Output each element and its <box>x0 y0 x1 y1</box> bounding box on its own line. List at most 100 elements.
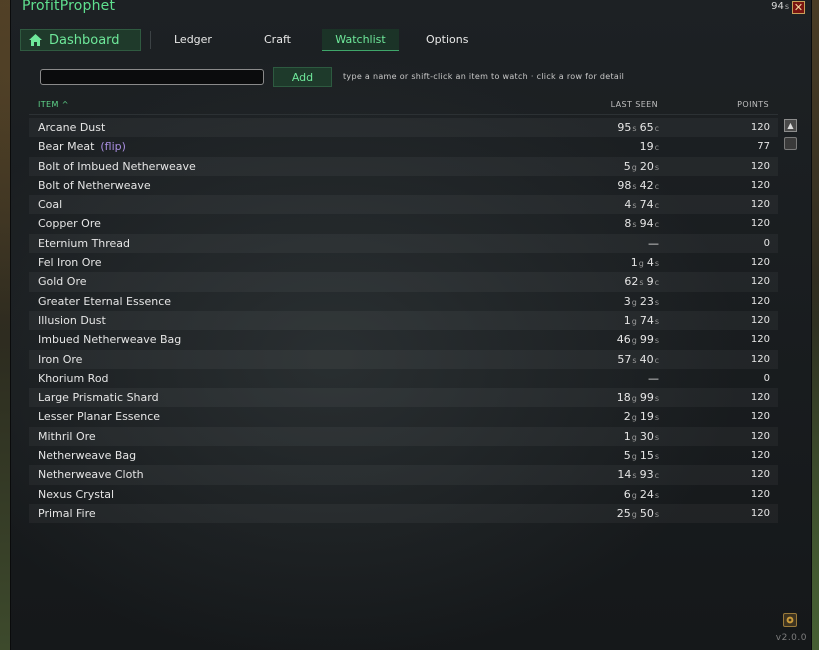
item-name: Bolt of Netherweave <box>38 178 151 192</box>
price-unit: g <box>631 297 637 307</box>
points-value: 0 <box>763 372 770 384</box>
settings-gear-button[interactable] <box>783 613 797 627</box>
last-seen-price: 1g 4s <box>631 256 659 269</box>
price-amount: 9 <box>646 275 654 289</box>
last-seen-price: 14s 93c <box>617 468 659 481</box>
price-amount: 98 <box>617 178 632 192</box>
item-name: Imbued Netherweave Bag <box>38 333 182 347</box>
table-row[interactable]: Bear Meat (flip) 19c 77 <box>29 137 778 156</box>
last-seen-price: 57s 40c <box>617 353 659 366</box>
tab-options[interactable]: Options <box>426 33 468 46</box>
tab-craft[interactable]: Craft <box>264 33 291 46</box>
points-value: 120 <box>750 392 770 404</box>
price-unit: s <box>654 336 659 346</box>
table-row[interactable]: Primal Fire 25g 50s 120 <box>29 503 778 524</box>
price-unit: s <box>654 413 659 423</box>
price-unit: s <box>632 201 637 211</box>
price-amount: 5 <box>623 449 631 463</box>
item-name: Iron Ore <box>38 352 83 366</box>
scroll-up-button[interactable]: ▲ <box>784 119 797 132</box>
table-row[interactable]: Imbued Netherweave Bag 46g 99s 120 <box>29 330 778 349</box>
table-row[interactable]: Illusion Dust 1g 74s 120 <box>29 310 778 331</box>
price-unit: g <box>631 162 637 172</box>
price-amount: 25 <box>616 506 631 520</box>
points-value: 120 <box>750 430 770 442</box>
tab-ledger[interactable]: Ledger <box>174 33 212 46</box>
last-seen-price: 46g 99s <box>617 333 659 346</box>
price-unit: s <box>654 490 659 500</box>
price-amount: 50 <box>639 506 654 520</box>
item-name: Arcane Dust <box>38 121 106 134</box>
price-unit: g <box>631 394 637 404</box>
table-row[interactable]: Iron Ore 57s 40c 120 <box>29 349 778 369</box>
last-seen-price: 95s 65c <box>617 121 659 134</box>
table-row[interactable]: Mithril Ore 1g 30s 120 <box>29 426 778 447</box>
table-row[interactable]: Netherweave Bag 5g 15s 120 <box>29 446 778 465</box>
price-unit: s <box>639 278 644 288</box>
price-unit: s <box>632 355 637 365</box>
price-amount: 8 <box>624 217 632 231</box>
price-amount: 40 <box>639 352 654 366</box>
price-unit: s <box>654 432 659 442</box>
price-amount: 1 <box>630 256 638 270</box>
points-value: 0 <box>763 237 770 249</box>
price-unit: s <box>654 259 659 269</box>
price-amount: 74 <box>639 313 654 327</box>
price-unit: c <box>654 278 659 288</box>
nav-bar: Dashboard Ledger Craft Watchlist Options <box>11 28 811 52</box>
price-amount: 95 <box>617 121 632 134</box>
item-name: Coal <box>38 198 63 212</box>
dashboard-label: Dashboard <box>49 33 120 48</box>
price-unit: s <box>654 509 659 519</box>
item-name: Gold Ore <box>38 275 87 289</box>
table-row[interactable]: Large Prismatic Shard 18g 99s 120 <box>29 388 778 408</box>
points-value: 120 <box>750 276 770 288</box>
table-row[interactable]: Bolt of Imbued Netherweave 5g 20s 120 <box>29 156 778 176</box>
dashboard-button[interactable]: Dashboard <box>20 29 141 51</box>
app-title: ProfitProphet <box>22 0 116 14</box>
item-name: Bear Meat <box>38 140 95 154</box>
table-row[interactable]: Khorium Rod — 0 <box>29 369 778 388</box>
price-amount: 23 <box>639 294 654 308</box>
points-value: 120 <box>750 469 770 481</box>
table-row[interactable]: Netherweave Cloth 14s 93c 120 <box>29 465 778 485</box>
price-unit: g <box>631 509 637 519</box>
points-value: 77 <box>757 141 770 153</box>
price-amount: 2 <box>623 410 631 424</box>
price-unit: c <box>654 181 659 191</box>
item-name: Greater Eternal Essence <box>38 294 172 308</box>
points-value: 120 <box>750 334 770 346</box>
table-row[interactable]: Bolt of Netherweave 98s 42c 120 <box>29 176 778 195</box>
watchlist-table: Arcane Dust 95s 65c 120 Bear Meat (flip) 19c 77… <box>29 118 778 524</box>
price-amount: 1 <box>623 313 631 327</box>
table-row[interactable]: Greater Eternal Essence 3g 23s 120 <box>29 292 778 311</box>
last-seen-price: 6g 24s <box>624 488 659 501</box>
search-input[interactable] <box>40 69 264 85</box>
tab-watchlist[interactable]: Watchlist <box>322 29 399 51</box>
column-header-last-seen[interactable]: LAST SEEN <box>611 100 658 109</box>
item-name: Nexus Crystal <box>38 487 115 501</box>
scrollbar-thumb[interactable] <box>784 137 797 150</box>
title-bar[interactable]: ProfitProphet 94s ✕ <box>11 0 811 20</box>
column-header-item[interactable]: ITEM ^ <box>38 100 69 109</box>
price-unit: c <box>654 355 659 365</box>
close-button[interactable]: ✕ <box>792 1 805 14</box>
points-value: 120 <box>750 199 770 211</box>
table-row[interactable]: Coal 4s 74c 120 <box>29 195 778 215</box>
table-row[interactable]: Fel Iron Ore 1g 4s 120 <box>29 253 778 272</box>
points-value: 120 <box>750 218 770 230</box>
price-unit: s <box>632 471 637 481</box>
last-seen-price: 1g 30s <box>624 430 659 443</box>
price-amount: 42 <box>639 178 654 192</box>
price-unit: s <box>654 297 659 307</box>
table-row[interactable]: Arcane Dust 95s 65c 120 <box>29 118 778 138</box>
table-row[interactable]: Lesser Planar Essence 2g 19s 120 <box>29 407 778 426</box>
table-row[interactable]: Eternium Thread — 0 <box>29 233 778 254</box>
table-row[interactable]: Gold Ore 62s 9c 120 <box>29 272 778 292</box>
add-button[interactable]: Add <box>273 67 332 87</box>
column-header-points[interactable]: POINTS <box>737 100 769 109</box>
table-row[interactable]: Copper Ore 8s 94c 120 <box>29 214 778 233</box>
table-row[interactable]: Nexus Crystal 6g 24s 120 <box>29 485 778 504</box>
price-amount: 19 <box>639 410 654 424</box>
last-seen-price: 1g 74s <box>624 314 659 327</box>
